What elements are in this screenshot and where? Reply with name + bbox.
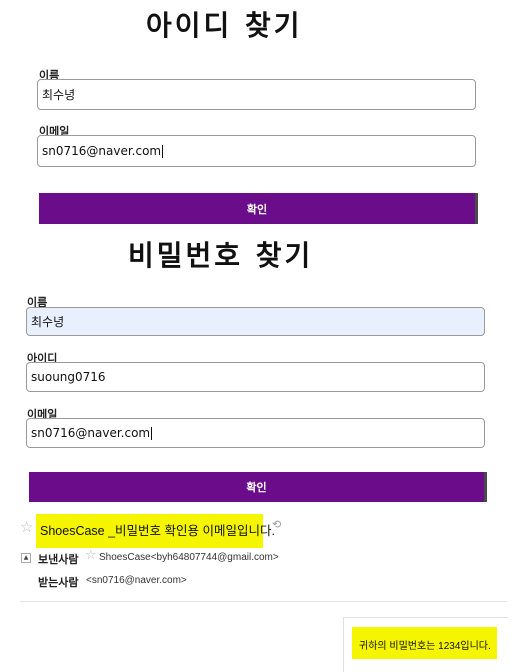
expand-toggle-icon[interactable]: ▲ (21, 553, 31, 563)
find-id-email-value: sn0716@naver.com (42, 144, 162, 158)
find-password-title: 비밀번호 찾기 (128, 239, 314, 272)
recipient-label: 받는사람 (38, 577, 79, 589)
star-icon[interactable]: ☆ (20, 518, 33, 536)
sender-label: 보낸사람 (38, 554, 79, 566)
text-cursor (151, 426, 153, 440)
find-password-id-input[interactable]: suoung0716 (26, 362, 485, 392)
find-password-id-value: suoung0716 (31, 370, 106, 384)
email-body: 귀하의 비밀번호는 1234입니다. (359, 641, 491, 652)
find-id-title: 아이디 찾기 (146, 9, 303, 42)
find-password-email-value: sn0716@naver.com (31, 426, 151, 440)
sender-value[interactable]: ShoesCase<byh64807744@gmail.com> (99, 552, 279, 563)
find-password-name-input[interactable]: 최수녕 (26, 307, 485, 336)
text-cursor (162, 144, 164, 158)
recipient-value[interactable]: <sn0716@naver.com> (86, 575, 187, 586)
find-id-email-input[interactable]: sn0716@naver.com (37, 135, 476, 167)
divider (20, 601, 507, 602)
find-password-confirm-button[interactable]: 확인 (29, 472, 487, 502)
find-id-confirm-button[interactable]: 확인 (39, 193, 478, 224)
find-id-name-value: 최수녕 (42, 88, 76, 102)
find-id-name-input[interactable]: 최수녕 (37, 79, 476, 110)
email-subject[interactable]: ShoesCase _비밀번호 확인용 이메일입니다. (40, 520, 275, 539)
find-password-name-value: 최수녕 (31, 315, 65, 329)
sender-star-icon[interactable]: ☆ (85, 548, 97, 563)
link-icon[interactable]: ⟲ (272, 518, 281, 531)
find-password-email-input[interactable]: sn0716@naver.com (26, 418, 485, 448)
